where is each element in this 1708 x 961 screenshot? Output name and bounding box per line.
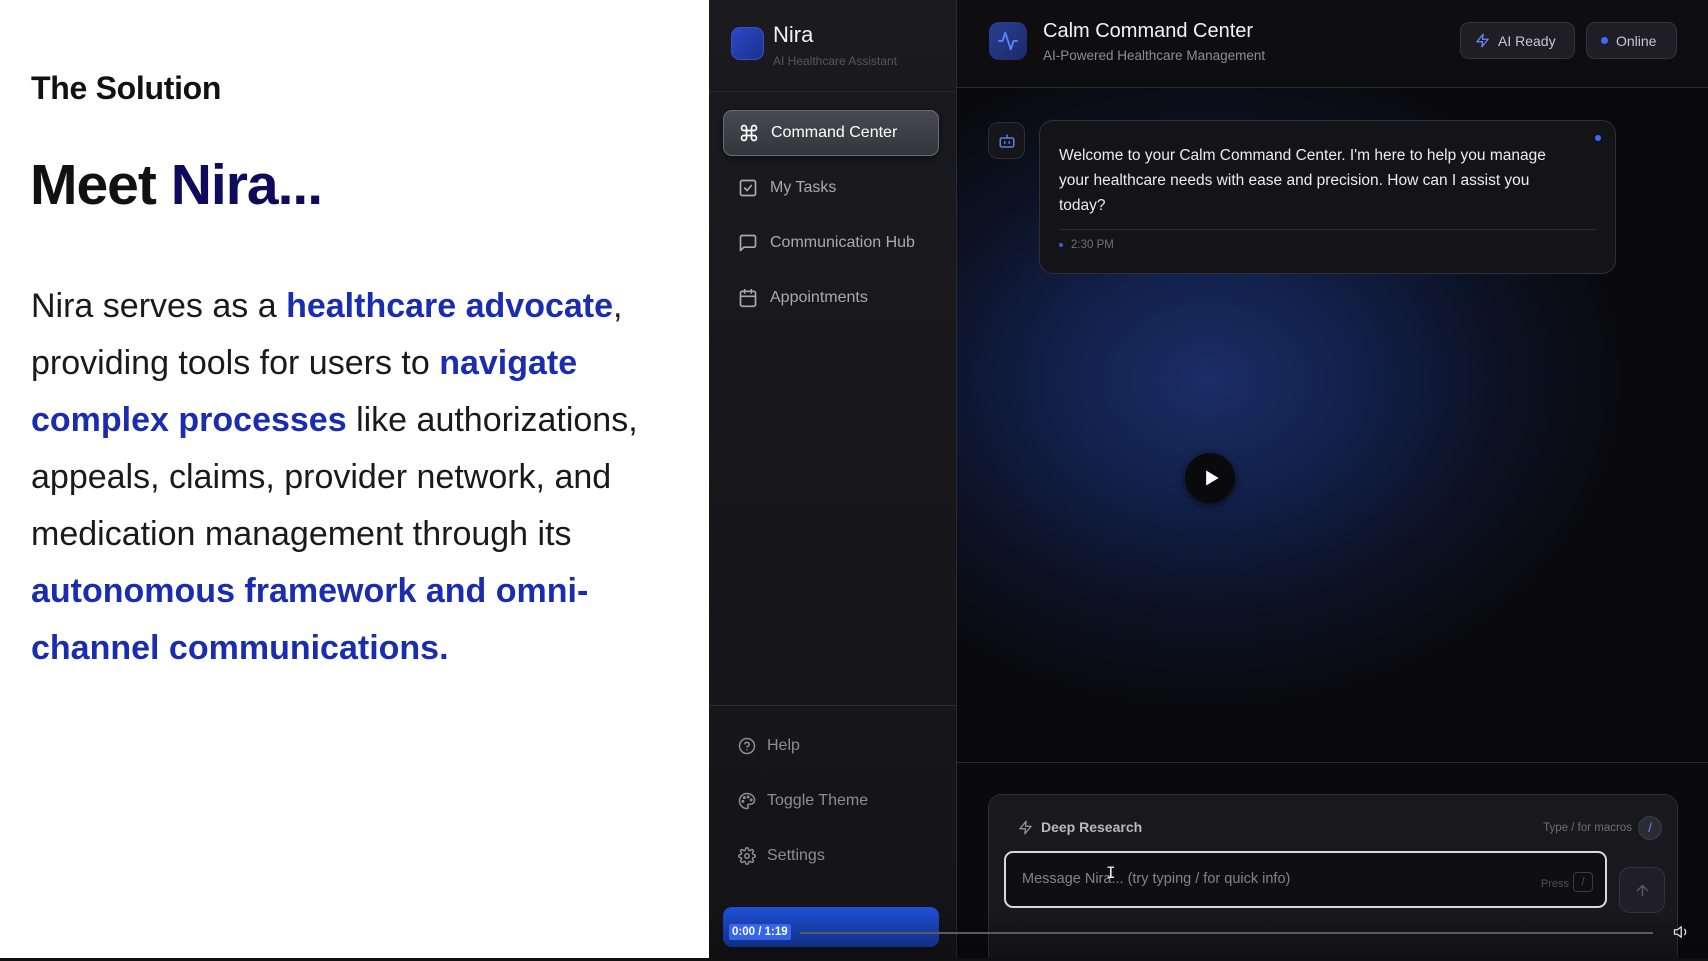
sidebar-item-my-tasks[interactable]: My Tasks xyxy=(723,165,939,211)
deep-research-label: Deep Research xyxy=(1041,819,1143,835)
app-logo xyxy=(731,27,764,60)
slide-body: Nira serves as a healthcare advocate, pr… xyxy=(31,278,681,677)
lightning-icon xyxy=(1019,820,1032,834)
message-timestamp: 2:30 PM xyxy=(1059,239,1595,251)
message-input[interactable] xyxy=(1022,867,1522,891)
sidebar-item-toggle-theme[interactable]: Toggle Theme xyxy=(723,778,943,824)
press-hint: Press xyxy=(1540,878,1569,890)
video-time: 0:00 / 1:19 xyxy=(729,924,791,940)
message-input-wrapper: Press / xyxy=(1004,851,1607,908)
status-dot xyxy=(1601,37,1608,44)
video-controls: 0:00 / 1:19 xyxy=(709,910,1708,958)
sidebar-nav: Command Center My Tasks Communication Hu… xyxy=(723,110,939,330)
app-subtitle: AI Healthcare Assistant xyxy=(773,54,898,68)
body-text-1: Nira serves as a xyxy=(31,287,287,325)
sidebar-item-communication-hub[interactable]: Communication Hub xyxy=(723,220,939,266)
sidebar-item-label: Toggle Theme xyxy=(767,792,869,809)
header-bar: Calm Command Center AI-Powered Healthcar… xyxy=(957,0,1708,88)
send-button[interactable] xyxy=(1619,867,1665,913)
sidebar-item-label: My Tasks xyxy=(770,179,837,196)
calendar-icon xyxy=(739,288,757,308)
header-logo xyxy=(989,22,1027,60)
text-cursor-icon: I xyxy=(1106,863,1116,882)
sidebar-footer: Help Toggle Theme Settings xyxy=(709,705,957,888)
status-label: Online xyxy=(1616,32,1657,49)
assistant-message: Welcome to your Calm Command Center. I'm… xyxy=(1039,120,1616,274)
play-icon xyxy=(1206,470,1219,486)
macro-key-button[interactable]: / xyxy=(1638,816,1662,840)
status-badge[interactable]: Online xyxy=(1586,22,1677,59)
sidebar-item-label: Appointments xyxy=(770,289,868,306)
sidebar: Nira AI Healthcare Assistant Command Cen… xyxy=(709,0,957,958)
command-icon xyxy=(740,124,758,142)
bot-avatar xyxy=(988,122,1025,159)
unread-dot xyxy=(1595,135,1601,141)
sidebar-item-label: Settings xyxy=(767,847,825,864)
slide-headline: Meet Nira... xyxy=(30,152,323,218)
volume-button[interactable] xyxy=(1673,923,1693,943)
sidebar-item-help[interactable]: Help xyxy=(723,723,943,769)
message-text: Welcome to your Calm Command Center. I'm… xyxy=(1059,147,1546,214)
message-icon xyxy=(739,234,757,252)
arrow-up-icon xyxy=(1636,884,1648,896)
sidebar-item-label: Communication Hub xyxy=(770,234,915,251)
deep-research-toggle[interactable]: Deep Research xyxy=(1018,819,1142,835)
volume-icon xyxy=(1673,926,1687,938)
ai-ready-label: AI Ready xyxy=(1498,32,1556,49)
page-subtitle: AI-Powered Healthcare Management xyxy=(1043,48,1266,63)
gear-icon xyxy=(738,847,756,865)
highlight-autonomous-framework: autonomous framework and omni-channel co… xyxy=(31,572,589,667)
ai-ready-badge[interactable]: AI Ready xyxy=(1460,22,1575,59)
slide-panel: The Solution Meet Nira... Nira serves as… xyxy=(0,0,709,958)
sidebar-item-label: Help xyxy=(767,737,800,754)
timestamp-text: 2:30 PM xyxy=(1071,239,1114,251)
bot-icon xyxy=(999,133,1014,148)
help-icon xyxy=(738,737,756,755)
composer-divider xyxy=(957,762,1708,763)
sidebar-item-settings[interactable]: Settings xyxy=(723,833,943,879)
macro-hint: Type / for macros xyxy=(1543,822,1632,834)
main-panel: Calm Command Center AI-Powered Healthcar… xyxy=(957,0,1708,958)
app-name: Nira xyxy=(773,22,814,47)
headline-prefix: Meet xyxy=(30,153,171,217)
video-progress-track[interactable] xyxy=(800,932,1653,934)
press-key: / xyxy=(1573,872,1593,892)
sidebar-header: Nira AI Healthcare Assistant xyxy=(709,0,956,92)
lightning-icon xyxy=(1476,33,1489,48)
sidebar-item-label: Command Center xyxy=(771,124,898,141)
page-title: Calm Command Center xyxy=(1043,20,1254,42)
timestamp-dot xyxy=(1059,243,1063,247)
sidebar-item-command-center[interactable]: Command Center xyxy=(723,110,939,156)
play-button[interactable] xyxy=(1185,453,1235,503)
highlight-healthcare-advocate: healthcare advocate xyxy=(286,287,614,325)
sidebar-item-appointments[interactable]: Appointments xyxy=(723,275,939,321)
checkbox-icon xyxy=(739,179,757,197)
headline-brand: Nira... xyxy=(170,153,323,217)
app-window: Nira AI Healthcare Assistant Command Cen… xyxy=(709,0,1708,958)
message-divider xyxy=(1059,229,1597,230)
activity-icon xyxy=(997,31,1019,51)
section-title: The Solution xyxy=(31,70,222,106)
palette-icon xyxy=(738,792,756,810)
